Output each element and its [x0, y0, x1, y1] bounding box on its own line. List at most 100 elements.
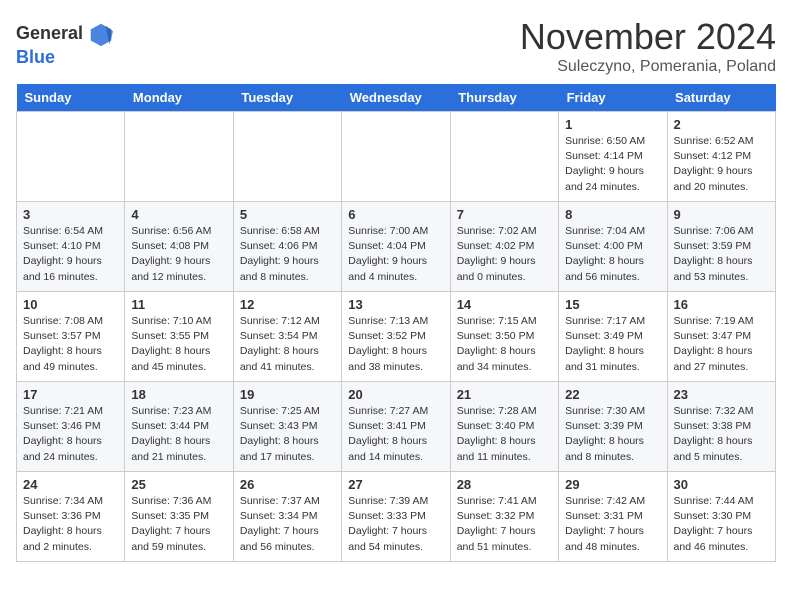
day-number: 4	[131, 207, 226, 222]
calendar-day: 14 Sunrise: 7:15 AM Sunset: 3:50 PM Dayli…	[450, 292, 558, 382]
day-info: Sunrise: 7:19 AM Sunset: 3:47 PM Dayligh…	[674, 314, 769, 375]
day-number: 14	[457, 297, 552, 312]
day-number: 1	[565, 117, 660, 132]
calendar-day: 7Sunrise: 7:02 AM Sunset: 4:02 PM Daylig…	[450, 202, 558, 292]
day-number: 17	[23, 387, 118, 402]
day-number: 24	[23, 477, 118, 492]
calendar-day: 6 Sunrise: 7:00 AM Sunset: 4:04 PM Daylig…	[342, 202, 450, 292]
day-info: Sunrise: 7:36 AM Sunset: 3:35 PM Dayligh…	[131, 494, 226, 555]
calendar-day: 17Sunrise: 7:21 AM Sunset: 3:46 PM Dayli…	[17, 382, 125, 472]
calendar-day: 18 Sunrise: 7:23 AM Sunset: 3:44 PM Dayli…	[125, 382, 233, 472]
calendar-day: 26 Sunrise: 7:37 AM Sunset: 3:34 PM Dayli…	[233, 472, 341, 562]
calendar-day: 5 Sunrise: 6:58 AM Sunset: 4:06 PM Daylig…	[233, 202, 341, 292]
day-number: 11	[131, 297, 226, 312]
header: General Blue November 2024 Suleczyno, Po…	[16, 16, 776, 76]
day-number: 29	[565, 477, 660, 492]
weekday-header-friday: Friday	[559, 84, 667, 112]
day-info: Sunrise: 7:39 AM Sunset: 3:33 PM Dayligh…	[348, 494, 443, 555]
day-info: Sunrise: 6:50 AM Sunset: 4:14 PM Dayligh…	[565, 134, 660, 195]
day-number: 30	[674, 477, 769, 492]
day-info: Sunrise: 7:02 AM Sunset: 4:02 PM Dayligh…	[457, 224, 552, 285]
day-number: 23	[674, 387, 769, 402]
day-info: Sunrise: 6:58 AM Sunset: 4:06 PM Dayligh…	[240, 224, 335, 285]
weekday-header-saturday: Saturday	[667, 84, 775, 112]
calendar-day: 11 Sunrise: 7:10 AM Sunset: 3:55 PM Dayli…	[125, 292, 233, 382]
calendar-week-5: 24 Sunrise: 7:34 AM Sunset: 3:36 PM Dayli…	[17, 472, 776, 562]
day-number: 16	[674, 297, 769, 312]
calendar-day: 22 Sunrise: 7:30 AM Sunset: 3:39 PM Dayli…	[559, 382, 667, 472]
day-number: 22	[565, 387, 660, 402]
calendar-day: 13Sunrise: 7:13 AM Sunset: 3:52 PM Dayli…	[342, 292, 450, 382]
day-number: 12	[240, 297, 335, 312]
day-info: Sunrise: 7:27 AM Sunset: 3:41 PM Dayligh…	[348, 404, 443, 465]
day-number: 26	[240, 477, 335, 492]
calendar-week-1: 1 Sunrise: 6:50 AM Sunset: 4:14 PM Daylig…	[17, 112, 776, 202]
location-subtitle: Suleczyno, Pomerania, Poland	[520, 58, 776, 76]
day-info: Sunrise: 7:08 AM Sunset: 3:57 PM Dayligh…	[23, 314, 118, 375]
day-info: Sunrise: 7:28 AM Sunset: 3:40 PM Dayligh…	[457, 404, 552, 465]
calendar-day: 15Sunrise: 7:17 AM Sunset: 3:49 PM Dayli…	[559, 292, 667, 382]
day-number: 5	[240, 207, 335, 222]
calendar-day: 9 Sunrise: 7:06 AM Sunset: 3:59 PM Daylig…	[667, 202, 775, 292]
title-area: November 2024 Suleczyno, Pomerania, Pola…	[520, 16, 776, 76]
logo: General Blue	[16, 20, 115, 68]
day-number: 18	[131, 387, 226, 402]
day-info: Sunrise: 6:54 AM Sunset: 4:10 PM Dayligh…	[23, 224, 118, 285]
day-info: Sunrise: 7:10 AM Sunset: 3:55 PM Dayligh…	[131, 314, 226, 375]
calendar-day: 28Sunrise: 7:41 AM Sunset: 3:32 PM Dayli…	[450, 472, 558, 562]
day-number: 20	[348, 387, 443, 402]
calendar-day	[450, 112, 558, 202]
calendar-day: 24 Sunrise: 7:34 AM Sunset: 3:36 PM Dayli…	[17, 472, 125, 562]
weekday-header-sunday: Sunday	[17, 84, 125, 112]
calendar-day: 2 Sunrise: 6:52 AM Sunset: 4:12 PM Daylig…	[667, 112, 775, 202]
day-info: Sunrise: 7:37 AM Sunset: 3:34 PM Dayligh…	[240, 494, 335, 555]
day-info: Sunrise: 7:23 AM Sunset: 3:44 PM Dayligh…	[131, 404, 226, 465]
day-info: Sunrise: 7:44 AM Sunset: 3:30 PM Dayligh…	[674, 494, 769, 555]
day-info: Sunrise: 7:32 AM Sunset: 3:38 PM Dayligh…	[674, 404, 769, 465]
day-info: Sunrise: 7:30 AM Sunset: 3:39 PM Dayligh…	[565, 404, 660, 465]
day-info: Sunrise: 7:06 AM Sunset: 3:59 PM Dayligh…	[674, 224, 769, 285]
day-info: Sunrise: 6:56 AM Sunset: 4:08 PM Dayligh…	[131, 224, 226, 285]
calendar-day: 10Sunrise: 7:08 AM Sunset: 3:57 PM Dayli…	[17, 292, 125, 382]
day-number: 25	[131, 477, 226, 492]
calendar-day	[233, 112, 341, 202]
weekday-header-wednesday: Wednesday	[342, 84, 450, 112]
calendar-day: 16 Sunrise: 7:19 AM Sunset: 3:47 PM Dayli…	[667, 292, 775, 382]
day-info: Sunrise: 7:15 AM Sunset: 3:50 PM Dayligh…	[457, 314, 552, 375]
day-info: Sunrise: 7:34 AM Sunset: 3:36 PM Dayligh…	[23, 494, 118, 555]
day-number: 6	[348, 207, 443, 222]
day-info: Sunrise: 6:52 AM Sunset: 4:12 PM Dayligh…	[674, 134, 769, 195]
weekday-header-monday: Monday	[125, 84, 233, 112]
logo-icon	[87, 20, 115, 48]
day-number: 9	[674, 207, 769, 222]
day-number: 21	[457, 387, 552, 402]
day-number: 2	[674, 117, 769, 132]
calendar-week-4: 17Sunrise: 7:21 AM Sunset: 3:46 PM Dayli…	[17, 382, 776, 472]
day-number: 3	[23, 207, 118, 222]
day-info: Sunrise: 7:41 AM Sunset: 3:32 PM Dayligh…	[457, 494, 552, 555]
day-info: Sunrise: 7:04 AM Sunset: 4:00 PM Dayligh…	[565, 224, 660, 285]
calendar-week-3: 10Sunrise: 7:08 AM Sunset: 3:57 PM Dayli…	[17, 292, 776, 382]
day-info: Sunrise: 7:00 AM Sunset: 4:04 PM Dayligh…	[348, 224, 443, 285]
day-info: Sunrise: 7:13 AM Sunset: 3:52 PM Dayligh…	[348, 314, 443, 375]
calendar-day: 19Sunrise: 7:25 AM Sunset: 3:43 PM Dayli…	[233, 382, 341, 472]
day-number: 15	[565, 297, 660, 312]
calendar-day: 29Sunrise: 7:42 AM Sunset: 3:31 PM Dayli…	[559, 472, 667, 562]
calendar-day: 3 Sunrise: 6:54 AM Sunset: 4:10 PM Daylig…	[17, 202, 125, 292]
calendar-day: 12 Sunrise: 7:12 AM Sunset: 3:54 PM Dayli…	[233, 292, 341, 382]
day-number: 27	[348, 477, 443, 492]
calendar-day	[17, 112, 125, 202]
calendar-day: 8 Sunrise: 7:04 AM Sunset: 4:00 PM Daylig…	[559, 202, 667, 292]
calendar-day: 21 Sunrise: 7:28 AM Sunset: 3:40 PM Dayli…	[450, 382, 558, 472]
logo-blue-text: Blue	[16, 48, 115, 68]
weekday-header-thursday: Thursday	[450, 84, 558, 112]
calendar-day: 4 Sunrise: 6:56 AM Sunset: 4:08 PM Daylig…	[125, 202, 233, 292]
calendar-day: 25 Sunrise: 7:36 AM Sunset: 3:35 PM Dayli…	[125, 472, 233, 562]
calendar-day	[342, 112, 450, 202]
day-info: Sunrise: 7:12 AM Sunset: 3:54 PM Dayligh…	[240, 314, 335, 375]
day-number: 8	[565, 207, 660, 222]
calendar-day: 23 Sunrise: 7:32 AM Sunset: 3:38 PM Dayli…	[667, 382, 775, 472]
weekday-header-row: SundayMondayTuesdayWednesdayThursdayFrid…	[17, 84, 776, 112]
logo-general-text: General	[16, 24, 83, 44]
calendar-day: 27 Sunrise: 7:39 AM Sunset: 3:33 PM Dayli…	[342, 472, 450, 562]
